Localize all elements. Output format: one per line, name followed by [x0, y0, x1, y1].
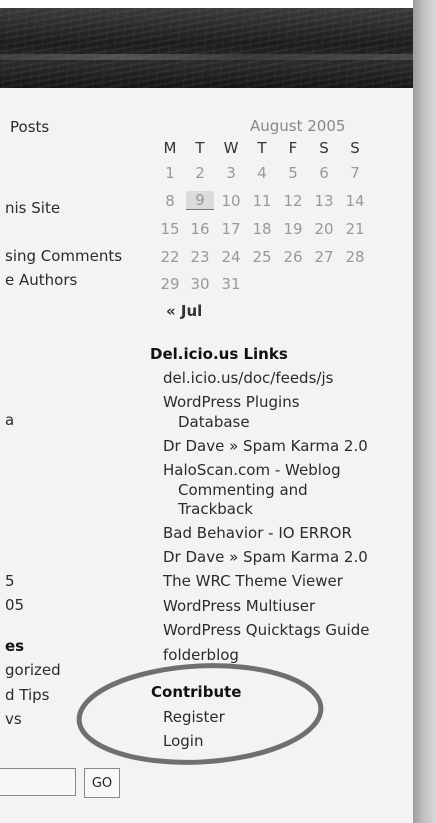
calendar-day: 20 [314, 220, 334, 238]
calendar-day: 19 [283, 220, 303, 238]
delicious-link[interactable]: folderblog [163, 646, 239, 664]
archive-05-link[interactable]: 05 [5, 596, 24, 614]
calendar-dow: S [319, 139, 329, 157]
authors-link[interactable]: e Authors [5, 271, 77, 289]
calendar-caption: August 2005 [250, 117, 346, 135]
calendar-dow: F [288, 139, 298, 157]
news-link[interactable]: vs [5, 710, 22, 728]
delicious-link[interactable]: The WRC Theme Viewer [163, 572, 343, 590]
delicious-link[interactable]: WordPress Quicktags Guide [163, 621, 369, 639]
delicious-link-cont[interactable]: Trackback [178, 500, 253, 518]
delicious-heading: Del.icio.us Links [150, 345, 288, 363]
calendar-day: 10 [221, 192, 241, 210]
site-link[interactable]: nis Site [5, 199, 60, 217]
calendar-day: 27 [314, 248, 334, 266]
calendar-day: 24 [221, 248, 241, 266]
calendar-day: 16 [190, 220, 210, 238]
calendar-day: 1 [165, 164, 175, 182]
calendar-day: 8 [165, 192, 175, 210]
delicious-link[interactable]: WordPress Plugins [163, 393, 300, 411]
calendar-day: 5 [288, 164, 298, 182]
calendar-dow: M [163, 139, 177, 157]
delicious-link[interactable]: WordPress Multiuser [163, 597, 315, 615]
login-link[interactable]: Login [163, 732, 203, 750]
categories-heading: es [5, 637, 25, 655]
calendar-day: 30 [190, 275, 210, 293]
calendar-prev-month-link[interactable]: « Jul [166, 302, 202, 320]
delicious-link[interactable]: del.icio.us/doc/feeds/js [163, 369, 333, 387]
delicious-link[interactable]: HaloScan.com - Weblog [163, 461, 341, 479]
calendar-day: 15 [160, 220, 180, 238]
calendar-dow: S [350, 139, 360, 157]
a-link[interactable]: a [5, 411, 14, 429]
calendar-day: 3 [226, 164, 236, 182]
posts-link[interactable]: Posts [10, 118, 49, 136]
archive-5-link[interactable]: 5 [5, 572, 15, 590]
calendar-day: 21 [345, 220, 365, 238]
calendar-day: 12 [283, 192, 303, 210]
calendar-day: 22 [160, 248, 180, 266]
calendar-day: 6 [319, 164, 329, 182]
calendar-day: 4 [257, 164, 267, 182]
calendar-day: 2 [195, 164, 205, 182]
calendar-day: 29 [160, 275, 180, 293]
go-button[interactable]: GO [84, 768, 120, 798]
header-stripe [0, 54, 415, 60]
delicious-link-cont[interactable]: Commenting and [178, 481, 308, 499]
register-link[interactable]: Register [163, 708, 225, 726]
calendar-day: 26 [283, 248, 303, 266]
calendar-day-today: 9 [186, 191, 214, 210]
calendar-day: 31 [221, 275, 241, 293]
contribute-heading: Contribute [151, 683, 242, 701]
calendar-dow: T [195, 139, 205, 157]
calendar-day: 7 [350, 164, 360, 182]
calendar-dow: W [223, 139, 239, 157]
delicious-link[interactable]: Dr Dave » Spam Karma 2.0 [163, 548, 368, 566]
calendar-day: 18 [252, 220, 272, 238]
window-edge [413, 0, 436, 823]
calendar-day: 23 [190, 248, 210, 266]
header-banner [0, 8, 415, 88]
delicious-link-cont[interactable]: Database [178, 413, 250, 431]
calendar-dow: T [257, 139, 267, 157]
delicious-link[interactable]: Dr Dave » Spam Karma 2.0 [163, 437, 368, 455]
tips-link[interactable]: d Tips [5, 686, 50, 704]
delicious-link[interactable]: Bad Behavior - IO ERROR [163, 524, 352, 542]
calendar-day: 11 [252, 192, 272, 210]
calendar-day: 14 [345, 192, 365, 210]
uncategorized-link[interactable]: gorized [5, 661, 61, 679]
comments-link[interactable]: sing Comments [5, 247, 122, 265]
calendar-day: 25 [252, 248, 272, 266]
calendar-day: 17 [221, 220, 241, 238]
calendar-day: 13 [314, 192, 334, 210]
calendar-day: 28 [345, 248, 365, 266]
search-input[interactable] [0, 768, 76, 796]
